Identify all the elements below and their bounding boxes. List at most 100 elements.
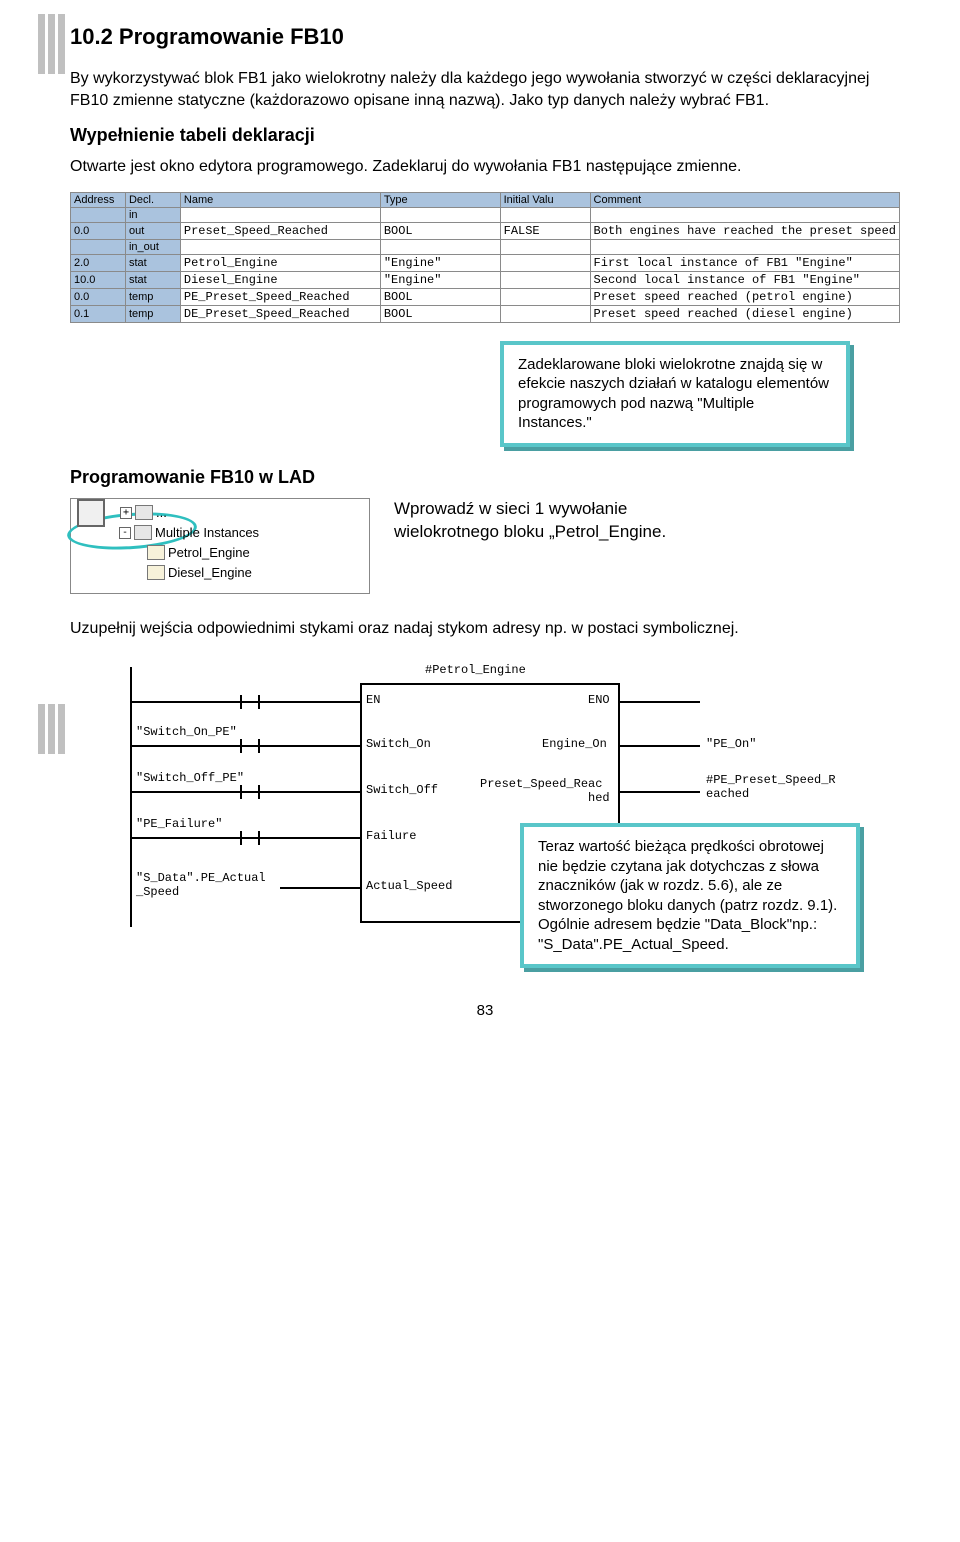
table-cell	[500, 254, 590, 271]
port-switch-on: Switch_On	[366, 737, 431, 751]
page-number: 83	[70, 1002, 900, 1019]
table-cell: 0.0	[71, 288, 126, 305]
contact-leg	[258, 831, 260, 845]
table-cell	[380, 207, 500, 222]
th-name: Name	[180, 192, 380, 207]
th-type: Type	[380, 192, 500, 207]
tree-item-label: ...	[156, 505, 167, 520]
table-cell	[500, 239, 590, 254]
table-cell: 10.0	[71, 271, 126, 288]
in-label: "Switch_On_PE"	[136, 725, 237, 739]
wire	[620, 701, 700, 703]
contact-leg	[258, 739, 260, 753]
tree-item-label: Petrol_Engine	[168, 545, 250, 560]
table-cell: DE_Preset_Speed_Reached	[180, 305, 380, 322]
table-cell	[500, 288, 590, 305]
out-label: eached	[706, 787, 749, 801]
instance-icon	[147, 565, 165, 580]
table-cell	[180, 207, 380, 222]
fill-inputs-text: Uzupełnij wejścia odpowiednimi stykami o…	[70, 618, 900, 640]
tree-item-label: Diesel_Engine	[168, 565, 252, 580]
wire	[620, 791, 700, 793]
table-cell: stat	[125, 254, 180, 271]
table-cell: 2.0	[71, 254, 126, 271]
table-row: 10.0statDiesel_Engine"Engine"Second loca…	[71, 271, 900, 288]
table-cell	[380, 239, 500, 254]
port-switch-off: Switch_Off	[366, 783, 438, 797]
folder-icon	[135, 505, 153, 520]
expander-plus-icon[interactable]: +	[120, 507, 132, 519]
table-cell	[500, 207, 590, 222]
table-cell	[71, 207, 126, 222]
table-cell	[500, 271, 590, 288]
table-row: 0.0outPreset_Speed_ReachedBOOLFALSEBoth …	[71, 222, 900, 239]
insert-call-instruction: Wprowadź w sieci 1 wywołanie wielokrotne…	[394, 498, 694, 544]
table-row: in_out	[71, 239, 900, 254]
table-row: 0.1tempDE_Preset_Speed_ReachedBOOL Preset…	[71, 305, 900, 322]
th-initial: Initial Valu	[500, 192, 590, 207]
wire	[620, 745, 700, 747]
port-engine-on: Engine_On	[542, 737, 607, 751]
th-address: Address	[71, 192, 126, 207]
table-cell: BOOL	[380, 288, 500, 305]
contact-leg	[240, 831, 242, 845]
table-cell: temp	[125, 305, 180, 322]
table-cell	[590, 207, 899, 222]
table-cell: 0.0	[71, 222, 126, 239]
instance-icon	[147, 545, 165, 560]
contact-leg	[240, 739, 242, 753]
table-cell	[180, 239, 380, 254]
table-row: in	[71, 207, 900, 222]
table-cell	[500, 305, 590, 322]
table-cell: Preset speed reached (diesel engine)	[590, 305, 899, 322]
section-heading: 10.2 Programowanie FB10	[70, 24, 900, 50]
table-cell: "Engine"	[380, 254, 500, 271]
port-eno: ENO	[588, 693, 610, 707]
port-actual-speed: Actual_Speed	[366, 879, 452, 893]
wire	[132, 745, 360, 747]
port-en: EN	[366, 693, 380, 707]
contact-leg	[240, 695, 242, 709]
side-bars-decor-2	[38, 704, 68, 759]
th-decl: Decl.	[125, 192, 180, 207]
wire	[132, 701, 360, 703]
port-preset-reached: Preset_Speed_Reac	[480, 777, 602, 791]
table-cell: Preset_Speed_Reached	[180, 222, 380, 239]
intro-paragraph: By wykorzystywać blok FB1 jako wielokrot…	[70, 68, 900, 111]
table-row: 2.0statPetrol_Engine"Engine" First local …	[71, 254, 900, 271]
table-cell: out	[125, 222, 180, 239]
contact-leg	[240, 785, 242, 799]
table-cell: stat	[125, 271, 180, 288]
out-label: #PE_Preset_Speed_R	[706, 773, 836, 787]
table-cell: Preset speed reached (petrol engine)	[590, 288, 899, 305]
callout-multiple-instances: Zadeklarowane bloki wielokrotne znajdą s…	[500, 341, 850, 447]
table-cell: in_out	[125, 239, 180, 254]
th-comment: Comment	[590, 192, 899, 207]
wire	[132, 837, 360, 839]
lad-programming-title: Programowanie FB10 w LAD	[70, 467, 900, 488]
wire	[280, 887, 360, 889]
table-cell: PE_Preset_Speed_Reached	[180, 288, 380, 305]
side-bars-decor	[38, 14, 68, 79]
callout-data-block-address: Teraz wartość bieżąca prędkości obrotowe…	[520, 823, 860, 968]
table-cell: First local instance of FB1 "Engine"	[590, 254, 899, 271]
table-cell: BOOL	[380, 305, 500, 322]
port-preset-reached-2: hed	[588, 791, 610, 805]
table-cell: temp	[125, 288, 180, 305]
folder-icon	[134, 525, 152, 540]
table-cell: Petrol_Engine	[180, 254, 380, 271]
table-cell: BOOL	[380, 222, 500, 239]
in-label: "PE_Failure"	[136, 817, 222, 831]
port-failure: Failure	[366, 829, 416, 843]
in-label: "Switch_Off_PE"	[136, 771, 244, 785]
table-cell: Both engines have reached the preset spe…	[590, 222, 899, 239]
expander-minus-icon[interactable]: -	[119, 527, 131, 539]
fb-instance-name: #Petrol_Engine	[425, 663, 526, 677]
wire	[132, 791, 360, 793]
instance-tree: + ... - Multiple Instances Petrol_Engine	[70, 498, 370, 594]
table-row: 0.0tempPE_Preset_Speed_ReachedBOOL Preset…	[71, 288, 900, 305]
power-rail	[130, 667, 132, 927]
table-cell: "Engine"	[380, 271, 500, 288]
table-cell: 0.1	[71, 305, 126, 322]
table-cell: FALSE	[500, 222, 590, 239]
